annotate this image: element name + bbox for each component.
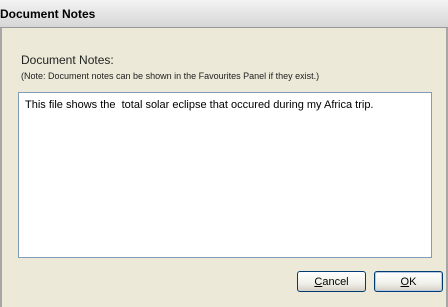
document-notes-dialog: Document Notes Document Notes: (Note: Do…	[0, 0, 448, 307]
left-frame-border	[0, 28, 2, 307]
notes-label: Document Notes:	[21, 53, 114, 67]
cancel-button-label: Cancel	[314, 275, 349, 288]
ok-button-label: OK	[400, 275, 417, 288]
title-bar[interactable]: Document Notes	[0, 0, 448, 28]
ok-button[interactable]: OK	[374, 271, 443, 292]
notes-hint-text: (Note: Document notes can be shown in th…	[21, 71, 320, 81]
dialog-title: Document Notes	[0, 7, 96, 21]
cancel-button[interactable]: Cancel	[297, 271, 366, 292]
notes-textarea[interactable]: This file shows the total solar eclipse …	[18, 92, 432, 258]
